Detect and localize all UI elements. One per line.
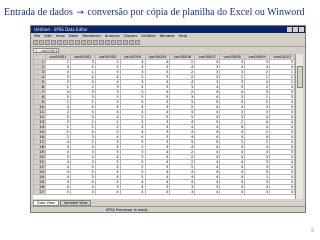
data-cell[interactable]: 3 [244,189,271,195]
spss-data-editor-window: Untitled - SPSS Data Editor File Edit View… [30,25,306,213]
menu-item-file[interactable]: File [34,33,40,39]
toolbar-button-icon[interactable] [69,40,74,45]
table-row: 27 5 3 4 4 5 3 4 4 3 4 [33,189,295,195]
data-cell[interactable]: 4 [194,189,221,195]
menu-item-view[interactable]: View [56,33,65,39]
toolbar-button-icon[interactable] [99,40,104,45]
toolbar-button-icon[interactable] [117,40,122,45]
window-controls [287,27,304,32]
menu-item-transform[interactable]: Transform [82,33,101,39]
toolbar-button-icon[interactable] [45,40,50,45]
data-cell[interactable]: 4 [119,189,146,195]
toolbar-button-icon[interactable] [93,40,98,45]
toolbar-button-icon[interactable] [51,40,56,45]
menu-item-edit[interactable]: Edit [44,33,51,39]
data-grid: var00001 var00002 var00003 var00004 var00005… [33,54,295,199]
menu-item-help[interactable]: Help [179,33,188,39]
toolbar-button-icon[interactable] [87,40,92,45]
slide-title-suffix: conversão por cópia de planilha do Excel… [87,7,305,18]
data-cell[interactable]: 5 [45,189,71,195]
toolbar-button-icon[interactable] [105,40,110,45]
toolbar-button-icon[interactable] [81,40,86,45]
column-header[interactable]: var00009 [244,54,271,60]
column-header[interactable]: var00008 [219,54,246,60]
toolbar-button-icon[interactable] [39,40,44,45]
toolbar-button-icon[interactable] [57,40,62,45]
data-cell[interactable]: 3 [69,189,96,195]
toolbar-button-icon[interactable] [135,40,140,45]
status-bar: SPSS Processor is ready [31,206,305,212]
toolbar-button-icon[interactable] [33,40,38,45]
cell-editor-bar: 1 : var00001 [31,47,305,53]
data-cell[interactable]: 3 [169,189,196,195]
menu-item-utilities[interactable]: Utilities [141,33,155,39]
data-cell[interactable]: 4 [269,189,295,195]
toolbar-button-icon[interactable] [129,40,134,45]
toolbar [31,39,305,47]
menu-item-window[interactable]: Window [160,33,175,39]
vertical-scrollbar[interactable] [295,54,303,199]
data-cell[interactable]: 4 [219,189,246,195]
window-titlebar: Untitled - SPSS Data Editor [31,26,305,33]
menu-item-data[interactable]: Data [69,33,78,39]
menu-item-graphs[interactable]: Graphs [124,33,138,39]
toolbar-button-icon[interactable] [63,40,68,45]
toolbar-button-icon[interactable] [123,40,128,45]
data-cell[interactable]: 4 [94,189,121,195]
slide-title-prefix: Entrada de dados [4,7,73,18]
page-number: 5 [311,228,314,234]
maximize-icon[interactable] [293,27,298,32]
data-cell[interactable]: 5 [144,189,171,195]
close-icon[interactable] [299,27,304,32]
column-header[interactable]: var00010 [269,54,295,60]
toolbar-button-icon[interactable] [75,40,80,45]
window-title: Untitled - SPSS Data Editor [34,27,88,32]
menu-item-analyze[interactable]: Analyze [105,33,120,39]
row-header[interactable]: 27 [33,189,46,195]
status-text: SPSS Processor is ready [106,208,148,212]
cell-reference-field[interactable]: 1 : var00001 [33,47,59,53]
scrollbar-thumb[interactable] [297,66,303,88]
slide-title: Entrada de dados → conversão por cópia d… [4,6,316,20]
toolbar-button-icon[interactable] [111,40,116,45]
minimize-icon[interactable] [287,27,292,32]
arrow-icon: → [76,8,84,18]
